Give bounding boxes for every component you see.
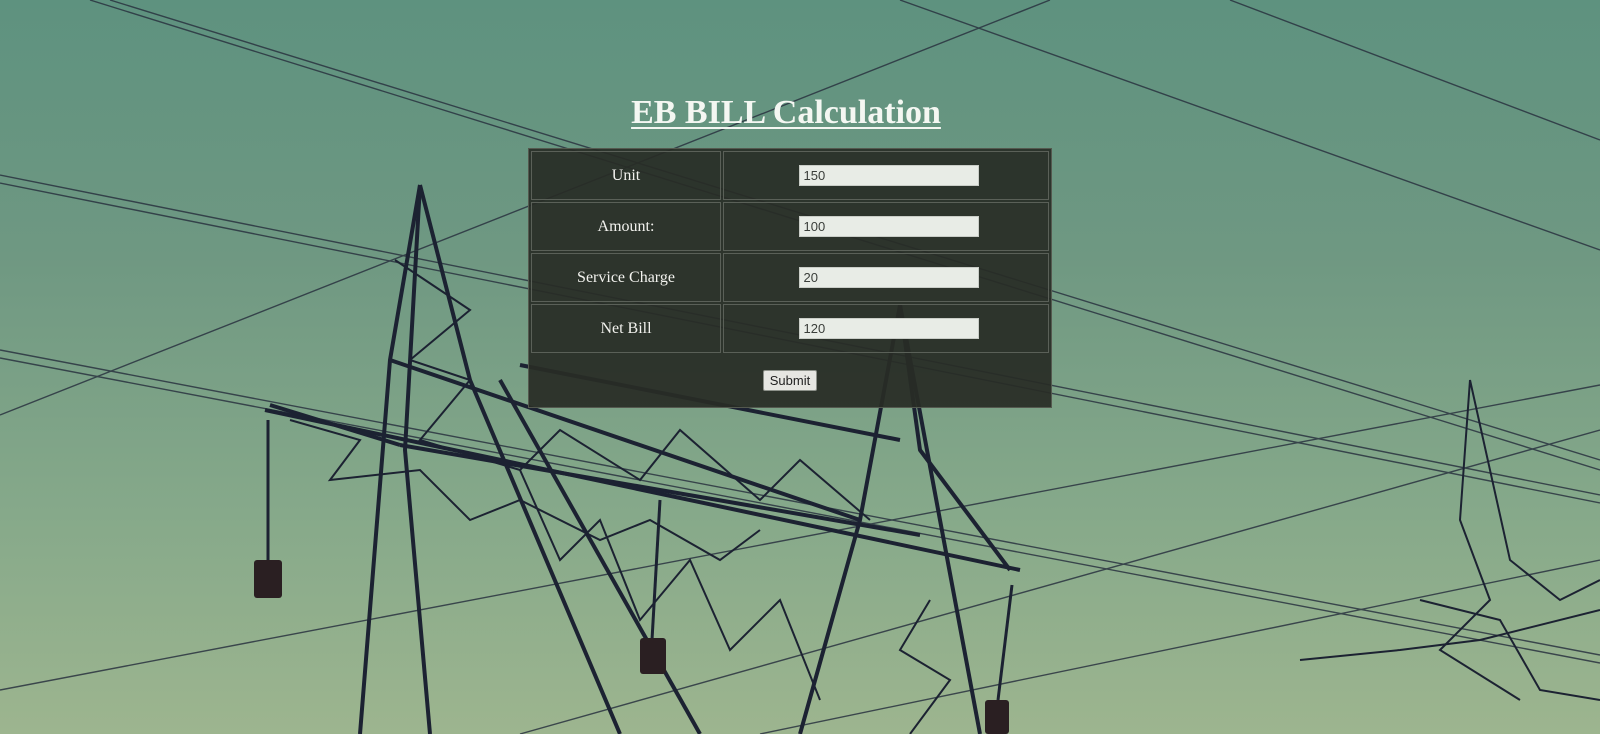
table-row: Service Charge (531, 253, 1049, 302)
unit-field-cell (723, 151, 1049, 200)
service-charge-label: Service Charge (531, 253, 721, 302)
service-charge-field-cell (723, 253, 1049, 302)
bill-form-table: Unit Amount: Service Charge Net Bill Sub… (528, 148, 1052, 408)
submit-cell: Submit (531, 355, 1049, 405)
table-row: Amount: (531, 202, 1049, 251)
amount-input[interactable] (798, 216, 979, 237)
submit-row: Submit (531, 355, 1049, 405)
unit-label: Unit (531, 151, 721, 200)
unit-input[interactable] (798, 165, 979, 186)
table-row: Net Bill (531, 304, 1049, 353)
table-row: Unit (531, 151, 1049, 200)
amount-field-cell (723, 202, 1049, 251)
net-bill-input[interactable] (798, 318, 979, 339)
page-title: EB BILL Calculation (631, 94, 941, 131)
service-charge-input[interactable] (798, 267, 979, 288)
submit-button[interactable]: Submit (762, 369, 818, 391)
amount-label: Amount: (531, 202, 721, 251)
net-bill-field-cell (723, 304, 1049, 353)
net-bill-label: Net Bill (531, 304, 721, 353)
